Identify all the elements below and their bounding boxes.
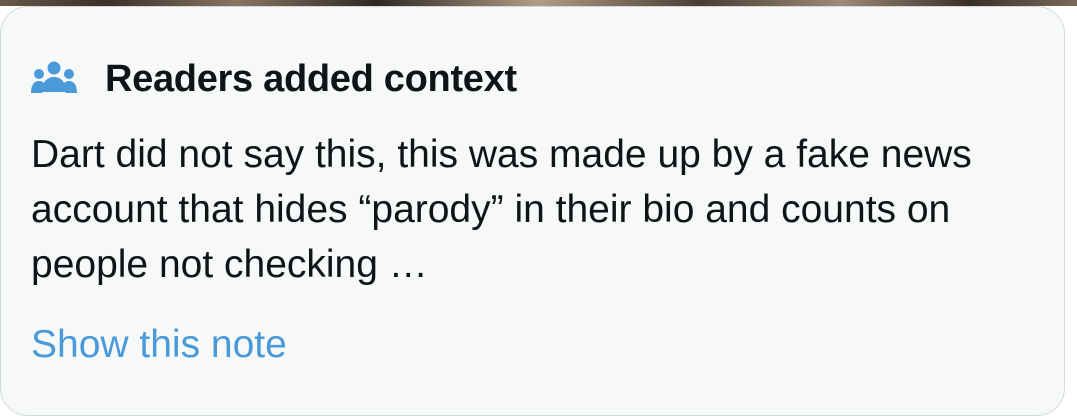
note-title: Readers added context [105, 57, 517, 100]
note-header: Readers added context [31, 55, 517, 103]
community-note-card[interactable]: Readers added context Dart did not say t… [0, 6, 1065, 416]
note-body-text: Dart did not say this, this was made up … [31, 133, 972, 286]
show-this-note-link[interactable]: Show this note [31, 317, 287, 372]
readers-group-icon [31, 61, 77, 93]
